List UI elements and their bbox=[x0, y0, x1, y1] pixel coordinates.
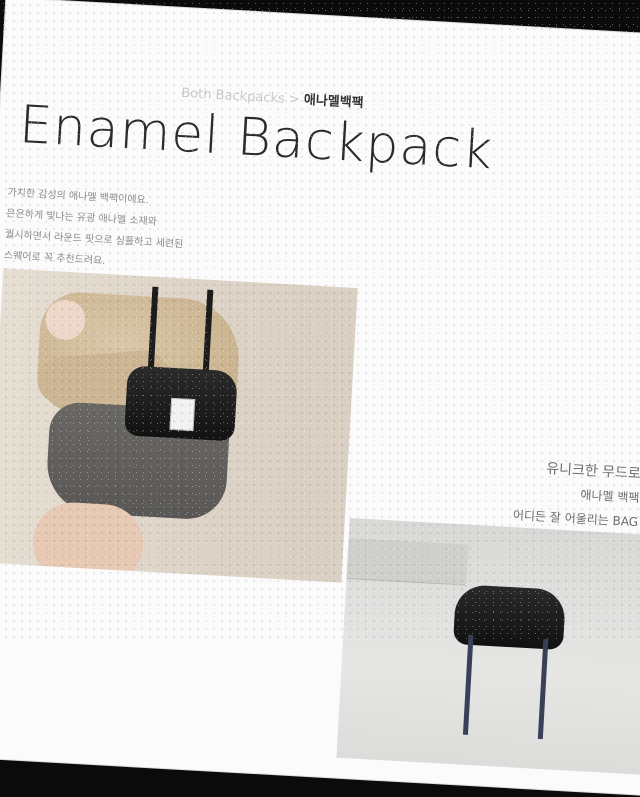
product-detail-page: Both Backpacks > 애나멜백팩 Enamel Backpack 가… bbox=[0, 0, 640, 797]
model-holding-backpack-photo bbox=[0, 268, 358, 583]
product-description: 가치한 감성의 애나멜 백팩이에요. 은은하게 빛나는 유광 애나멜 소재와 퀄… bbox=[3, 182, 337, 284]
backpack-on-display-photo bbox=[336, 517, 640, 776]
breadcrumb-category[interactable]: 애나멜백팩 bbox=[303, 93, 364, 111]
page-title: Enamel Backpack bbox=[17, 94, 495, 182]
tagline: 유니크한 무드로 애나멜 백팩 어디든 잘 어울리는 BAG bbox=[512, 455, 640, 534]
price-tag bbox=[169, 397, 196, 432]
